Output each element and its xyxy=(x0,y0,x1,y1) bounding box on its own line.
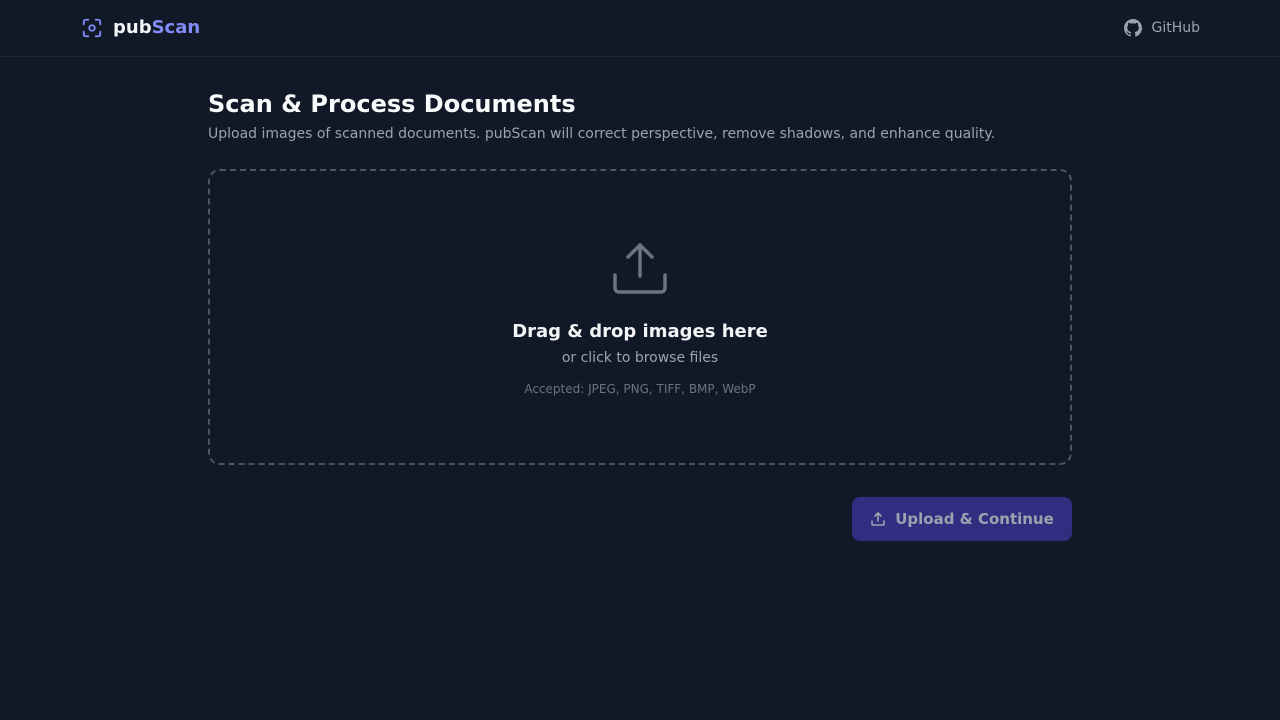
brand-logo-link[interactable]: pubScan xyxy=(81,17,200,39)
upload-continue-button[interactable]: Upload & Continue xyxy=(852,497,1072,541)
main-content: Scan & Process Documents Upload images o… xyxy=(208,88,1072,541)
upload-icon xyxy=(871,512,886,526)
page-title: Scan & Process Documents xyxy=(208,90,576,118)
top-navbar: pubScan GitHub xyxy=(0,0,1280,57)
dropzone-subtitle: or click to browse files xyxy=(561,350,719,366)
upload-icon xyxy=(613,243,667,294)
file-dropzone[interactable]: Drag & drop images here or click to brow… xyxy=(208,169,1072,465)
github-label: GitHub xyxy=(1151,20,1200,36)
scan-focus-icon xyxy=(82,18,102,38)
brand-name-part1: pub xyxy=(113,17,152,38)
github-link[interactable]: GitHub xyxy=(1124,18,1200,38)
brand-name-part2: Scan xyxy=(151,17,201,38)
upload-continue-label: Upload & Continue xyxy=(895,510,1054,528)
github-icon xyxy=(1124,19,1143,37)
dropzone-title: Drag & drop images here xyxy=(512,321,768,342)
accepted-formats: Accepted: JPEG, PNG, TIFF, BMP, WebP xyxy=(524,382,756,396)
page-subtitle: Upload images of scanned documents. pubS… xyxy=(208,126,996,142)
brand-name: pubScan xyxy=(113,17,200,39)
